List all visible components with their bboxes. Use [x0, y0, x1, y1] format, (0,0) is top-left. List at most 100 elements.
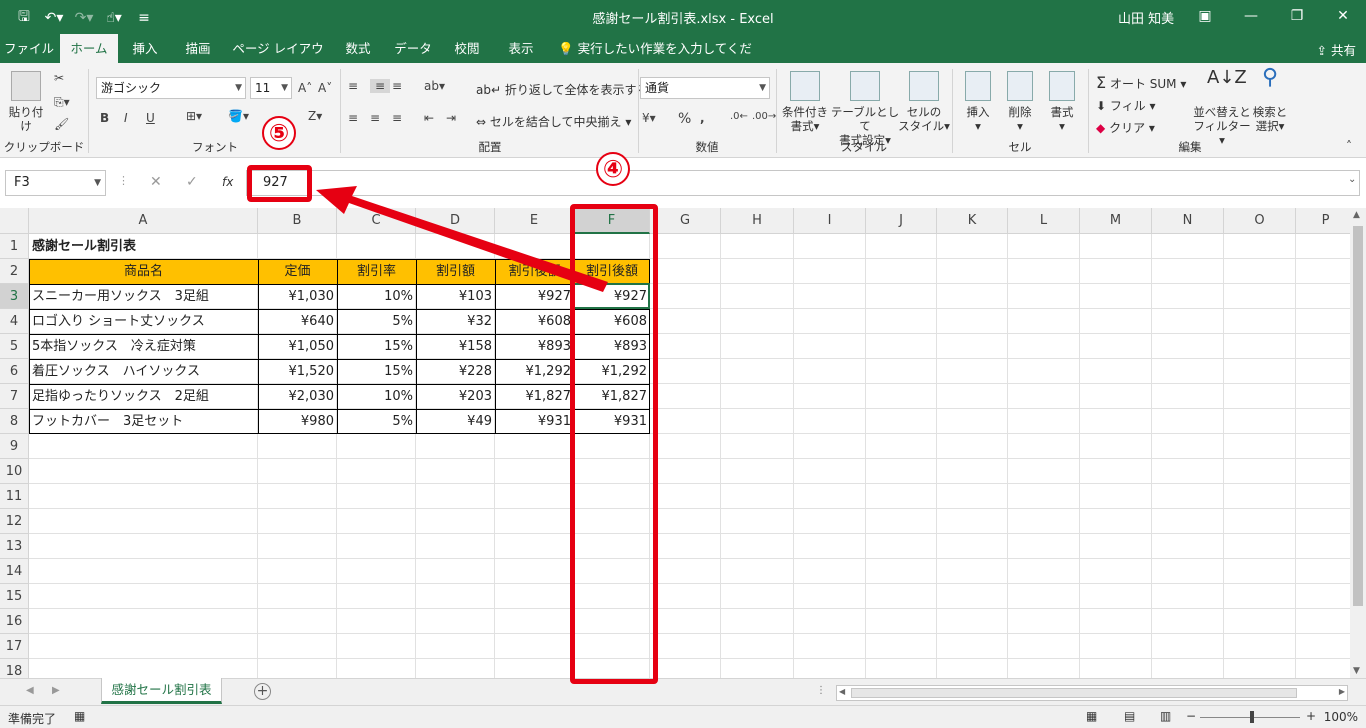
minimize-icon[interactable]: — [1228, 0, 1274, 34]
hscroll-thumb[interactable] [851, 688, 1297, 698]
prev-sheet-icon[interactable]: ◀ [26, 685, 34, 696]
table-cell[interactable]: ¥158 [416, 334, 495, 359]
normal-view-icon[interactable]: ▦ [1086, 709, 1097, 723]
autosum-button[interactable]: Σ オート SUM ▾ [1096, 73, 1186, 92]
find-select-button[interactable]: ⚲ 検索と 選択▾ [1250, 67, 1290, 134]
column-header-e[interactable]: E [495, 208, 574, 234]
fill-color-icon[interactable]: 🪣▾ [228, 109, 249, 123]
format-painter-icon[interactable]: 🖌 [54, 117, 69, 131]
tell-me-box[interactable]: 💡 実行したい作業を入力してください [558, 34, 758, 85]
table-header-cell[interactable]: 割引後額 [495, 259, 574, 284]
worksheet-grid[interactable]: A B C D E F G H I J K L M N O P 1 2 3 4 5 6 7 8 9 10 11 12 13 14 15 16 1… [0, 208, 1350, 678]
align-center-icon[interactable]: ≡ [370, 111, 380, 125]
align-bottom-icon[interactable]: ≡ [392, 79, 402, 93]
row-header-2[interactable]: 2 [0, 259, 29, 284]
increase-font-icon[interactable]: A˄ [298, 81, 312, 95]
column-header-g[interactable]: G [650, 208, 721, 234]
row-header-10[interactable]: 10 [0, 459, 29, 484]
table-cell[interactable]: ¥2,030 [258, 384, 337, 409]
scroll-left-icon[interactable]: ◀ [839, 687, 845, 696]
bold-button[interactable]: B [100, 111, 109, 125]
horizontal-scrollbar[interactable]: ◀ ▶ [836, 685, 1348, 701]
border-icon[interactable]: ⊞▾ [186, 109, 202, 123]
row-header-16[interactable]: 16 [0, 609, 29, 634]
table-cell[interactable]: 着圧ソックス ハイソックス [29, 359, 258, 384]
decrease-indent-icon[interactable]: ⇤ [424, 111, 434, 125]
conditional-format-button[interactable]: 条件付き 書式▾ [778, 71, 832, 133]
table-cell[interactable]: ¥608 [495, 309, 574, 334]
formula-input[interactable] [246, 170, 1360, 196]
column-header-b[interactable]: B [258, 208, 337, 234]
scroll-down-icon[interactable]: ▼ [1353, 666, 1360, 676]
table-cell[interactable]: ¥228 [416, 359, 495, 384]
row-header-14[interactable]: 14 [0, 559, 29, 584]
table-cell[interactable]: ¥980 [258, 409, 337, 434]
tab-home[interactable]: ホーム [60, 34, 118, 63]
table-cell[interactable]: ¥931 [495, 409, 574, 434]
tab-formulas[interactable]: 数式 [332, 34, 384, 63]
column-header-d[interactable]: D [416, 208, 495, 234]
table-cell[interactable]: 5% [337, 309, 416, 334]
cancel-icon[interactable]: ✕ [150, 174, 162, 190]
table-cell[interactable]: ロゴ入り ショート丈ソックス [29, 309, 258, 334]
row-header-4[interactable]: 4 [0, 309, 29, 334]
column-header-m[interactable]: M [1080, 208, 1152, 234]
insert-function-icon[interactable]: fx [222, 175, 233, 189]
enter-icon[interactable]: ✓ [186, 174, 198, 190]
table-cell[interactable]: フットカバー 3足セット [29, 409, 258, 434]
wrap-text-button[interactable]: ab↵ 折り返して全体を表示する [476, 81, 649, 98]
tab-draw[interactable]: 描画 [172, 34, 224, 63]
scroll-right-icon[interactable]: ▶ [1339, 687, 1345, 696]
row-header-11[interactable]: 11 [0, 484, 29, 509]
increase-indent-icon[interactable]: ⇥ [446, 111, 456, 125]
table-cell[interactable]: ¥927 [495, 284, 574, 309]
table-cell[interactable]: 足指ゆったりソックス 2足組 [29, 384, 258, 409]
comma-icon[interactable]: , [700, 111, 705, 125]
zoom-slider-handle[interactable] [1250, 711, 1254, 723]
scroll-thumb[interactable] [1353, 226, 1363, 606]
name-box[interactable]: F3 ▼ [5, 170, 106, 196]
align-middle-icon[interactable]: ≡ [370, 79, 390, 93]
tab-split-icon[interactable]: ⋮ [816, 685, 826, 696]
sheet-title-cell[interactable]: 感謝セール割引表 [29, 234, 329, 259]
table-cell[interactable]: ¥1,520 [258, 359, 337, 384]
scroll-up-icon[interactable]: ▲ [1353, 210, 1360, 220]
merge-center-button[interactable]: ⇔ セルを結合して中央揃え ▾ [476, 113, 631, 130]
align-top-icon[interactable]: ≡ [348, 79, 358, 93]
cut-icon[interactable]: ✂ [54, 71, 64, 85]
table-cell[interactable]: ¥1,050 [258, 334, 337, 359]
table-cell[interactable]: 5% [337, 409, 416, 434]
table-cell[interactable]: 15% [337, 359, 416, 384]
share-button[interactable]: ⇪ 共有 [1317, 40, 1356, 59]
restore-icon[interactable]: ❐ [1274, 0, 1320, 34]
column-header-h[interactable]: H [721, 208, 794, 234]
page-layout-view-icon[interactable]: ▤ [1124, 709, 1135, 723]
zoom-in-icon[interactable]: + [1306, 709, 1316, 723]
tab-page-layout[interactable]: ページ レイアウト [228, 34, 328, 85]
tab-data[interactable]: データ [388, 34, 438, 63]
tab-review[interactable]: 校閲 [442, 34, 492, 63]
page-break-view-icon[interactable]: ▥ [1160, 709, 1171, 723]
align-right-icon[interactable]: ≡ [392, 111, 402, 125]
table-cell[interactable]: 5本指ソックス 冷え症対策 [29, 334, 258, 359]
font-size-combo[interactable]: 11 ▼ [250, 77, 292, 99]
clear-button[interactable]: ◆ クリア ▾ [1096, 119, 1155, 136]
row-header-3[interactable]: 3 [0, 284, 29, 309]
collapse-ribbon-icon[interactable]: ˄ [1346, 139, 1352, 153]
column-header-a[interactable]: A [29, 208, 258, 234]
row-header-7[interactable]: 7 [0, 384, 29, 409]
font-color-icon[interactable]: Z▾ [308, 109, 322, 123]
font-name-combo[interactable]: 游ゴシック ▼ [96, 77, 246, 99]
table-cell[interactable]: ¥1,292 [495, 359, 574, 384]
next-sheet-icon[interactable]: ▶ [52, 685, 60, 696]
table-cell[interactable]: ¥49 [416, 409, 495, 434]
sheet-tab-active[interactable]: 感謝セール割引表 [101, 678, 222, 704]
column-header-o[interactable]: O [1224, 208, 1296, 234]
tab-view[interactable]: 表示 [496, 34, 546, 63]
table-header-cell[interactable]: 定価 [258, 259, 337, 284]
select-all-corner[interactable] [0, 208, 29, 234]
table-cell[interactable]: ¥203 [416, 384, 495, 409]
tab-file[interactable]: ファイル [0, 34, 58, 63]
orientation-icon[interactable]: ab▾ [424, 79, 445, 93]
table-header-cell[interactable]: 割引額 [416, 259, 495, 284]
